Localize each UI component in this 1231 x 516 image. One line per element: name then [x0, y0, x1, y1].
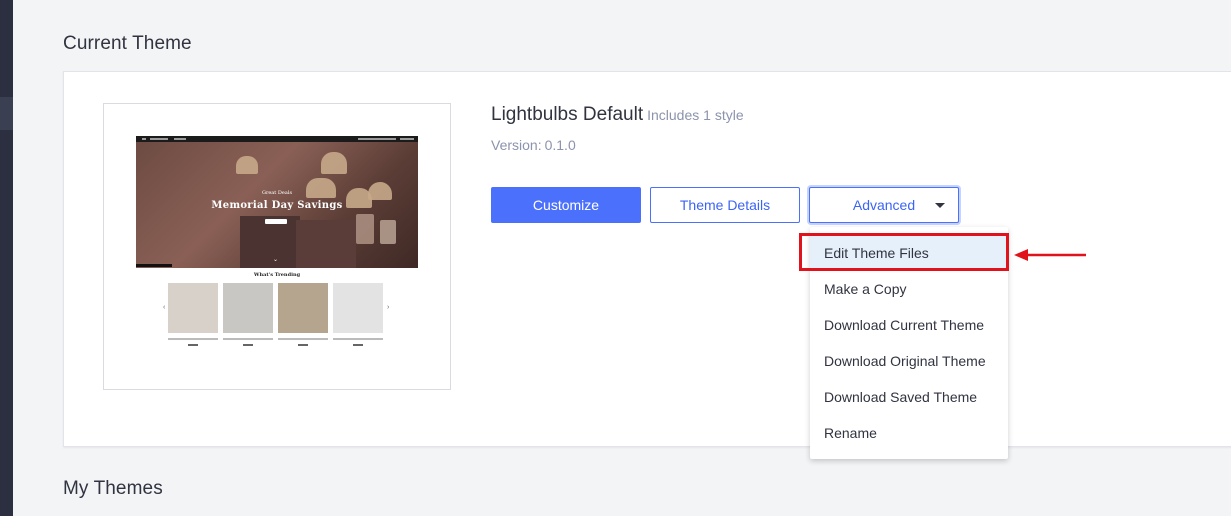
advanced-dropdown-button[interactable]: Advanced: [809, 187, 959, 223]
preview-scroll-chevron-icon: ⌄: [273, 257, 279, 263]
menu-item-rename[interactable]: Rename: [810, 415, 1008, 451]
preview-product-tile: [278, 283, 328, 333]
preview-product-tile: [333, 283, 383, 333]
menu-item-download-original-theme[interactable]: Download Original Theme: [810, 343, 1008, 379]
theme-title: Lightbulbs Default Includes 1 style: [491, 104, 744, 126]
preview-product-tile: [168, 283, 218, 333]
theme-details-button[interactable]: Theme Details: [650, 187, 800, 223]
preview-hero-progress: [136, 264, 172, 267]
caret-down-icon: [935, 203, 945, 208]
theme-preview-thumbnail[interactable]: Great Deals Memorial Day Savings ⌄ What'…: [103, 103, 451, 390]
theme-styles-note: Includes 1 style: [647, 107, 744, 123]
left-sidebar-active-segment: [0, 97, 13, 130]
version-label: Version:: [491, 137, 542, 153]
current-theme-heading: Current Theme: [63, 33, 192, 54]
left-sidebar-rail: [0, 0, 13, 516]
preview-hero-button: [265, 219, 287, 224]
annotation-highlight-box: [799, 233, 1009, 271]
menu-item-make-a-copy[interactable]: Make a Copy: [810, 271, 1008, 307]
my-themes-heading: My Themes: [63, 478, 163, 499]
customize-button[interactable]: Customize: [491, 187, 641, 223]
preview-hero-kicker: Great Deals: [261, 190, 293, 196]
preview-carousel-left-icon: ‹: [163, 304, 166, 311]
menu-item-download-saved-theme[interactable]: Download Saved Theme: [810, 379, 1008, 415]
theme-version: Version: 0.1.0: [491, 137, 576, 153]
preview-carousel-right-icon: ›: [387, 304, 390, 311]
theme-preview-image: Great Deals Memorial Day Savings ⌄ What'…: [136, 136, 418, 348]
menu-item-download-current-theme[interactable]: Download Current Theme: [810, 307, 1008, 343]
preview-hero-banner: Great Deals Memorial Day Savings ⌄: [136, 142, 418, 268]
preview-hero-title: Memorial Day Savings: [211, 200, 343, 211]
theme-name: Lightbulbs Default: [491, 104, 644, 125]
preview-trending-title: What's Trending: [253, 272, 301, 278]
annotation-arrow-icon: [1014, 249, 1086, 261]
version-value: 0.1.0: [544, 137, 576, 153]
preview-product-tile: [223, 283, 273, 333]
advanced-button-label: Advanced: [852, 197, 916, 213]
